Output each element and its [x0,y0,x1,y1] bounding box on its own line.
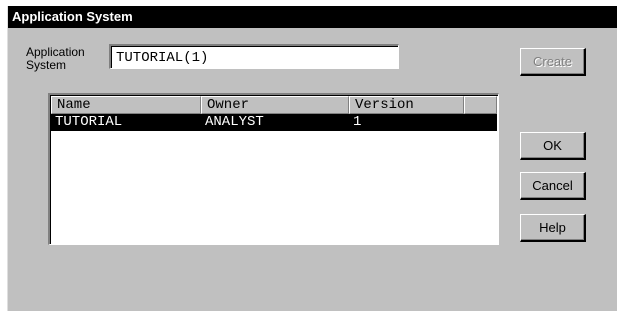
cancel-button[interactable]: Cancel [520,172,586,200]
cell-owner: ANALYST [205,114,264,130]
ok-button[interactable]: OK [520,132,586,160]
column-header-name[interactable]: Name [51,96,201,114]
list-header: Name Owner Version [51,96,497,114]
cell-name: TUTORIAL [55,114,123,130]
column-header-filler [464,96,497,114]
application-system-label: Application System [26,46,96,72]
column-header-owner[interactable]: Owner [201,96,349,114]
label-line-2: System [26,58,67,72]
cell-version: 1 [353,114,362,130]
list-item-selected[interactable]: TUTORIAL ANALYST 1 [51,114,497,131]
help-button[interactable]: Help [520,214,586,242]
application-system-list[interactable]: Name Owner Version TUTORIAL ANALYST 1 [48,93,499,245]
column-header-version[interactable]: Version [349,96,464,114]
application-system-dialog: Application System Application System Cr… [7,6,617,311]
dialog-title: Application System [8,6,617,28]
create-button[interactable]: Create [520,48,586,76]
application-system-input[interactable] [109,44,399,69]
